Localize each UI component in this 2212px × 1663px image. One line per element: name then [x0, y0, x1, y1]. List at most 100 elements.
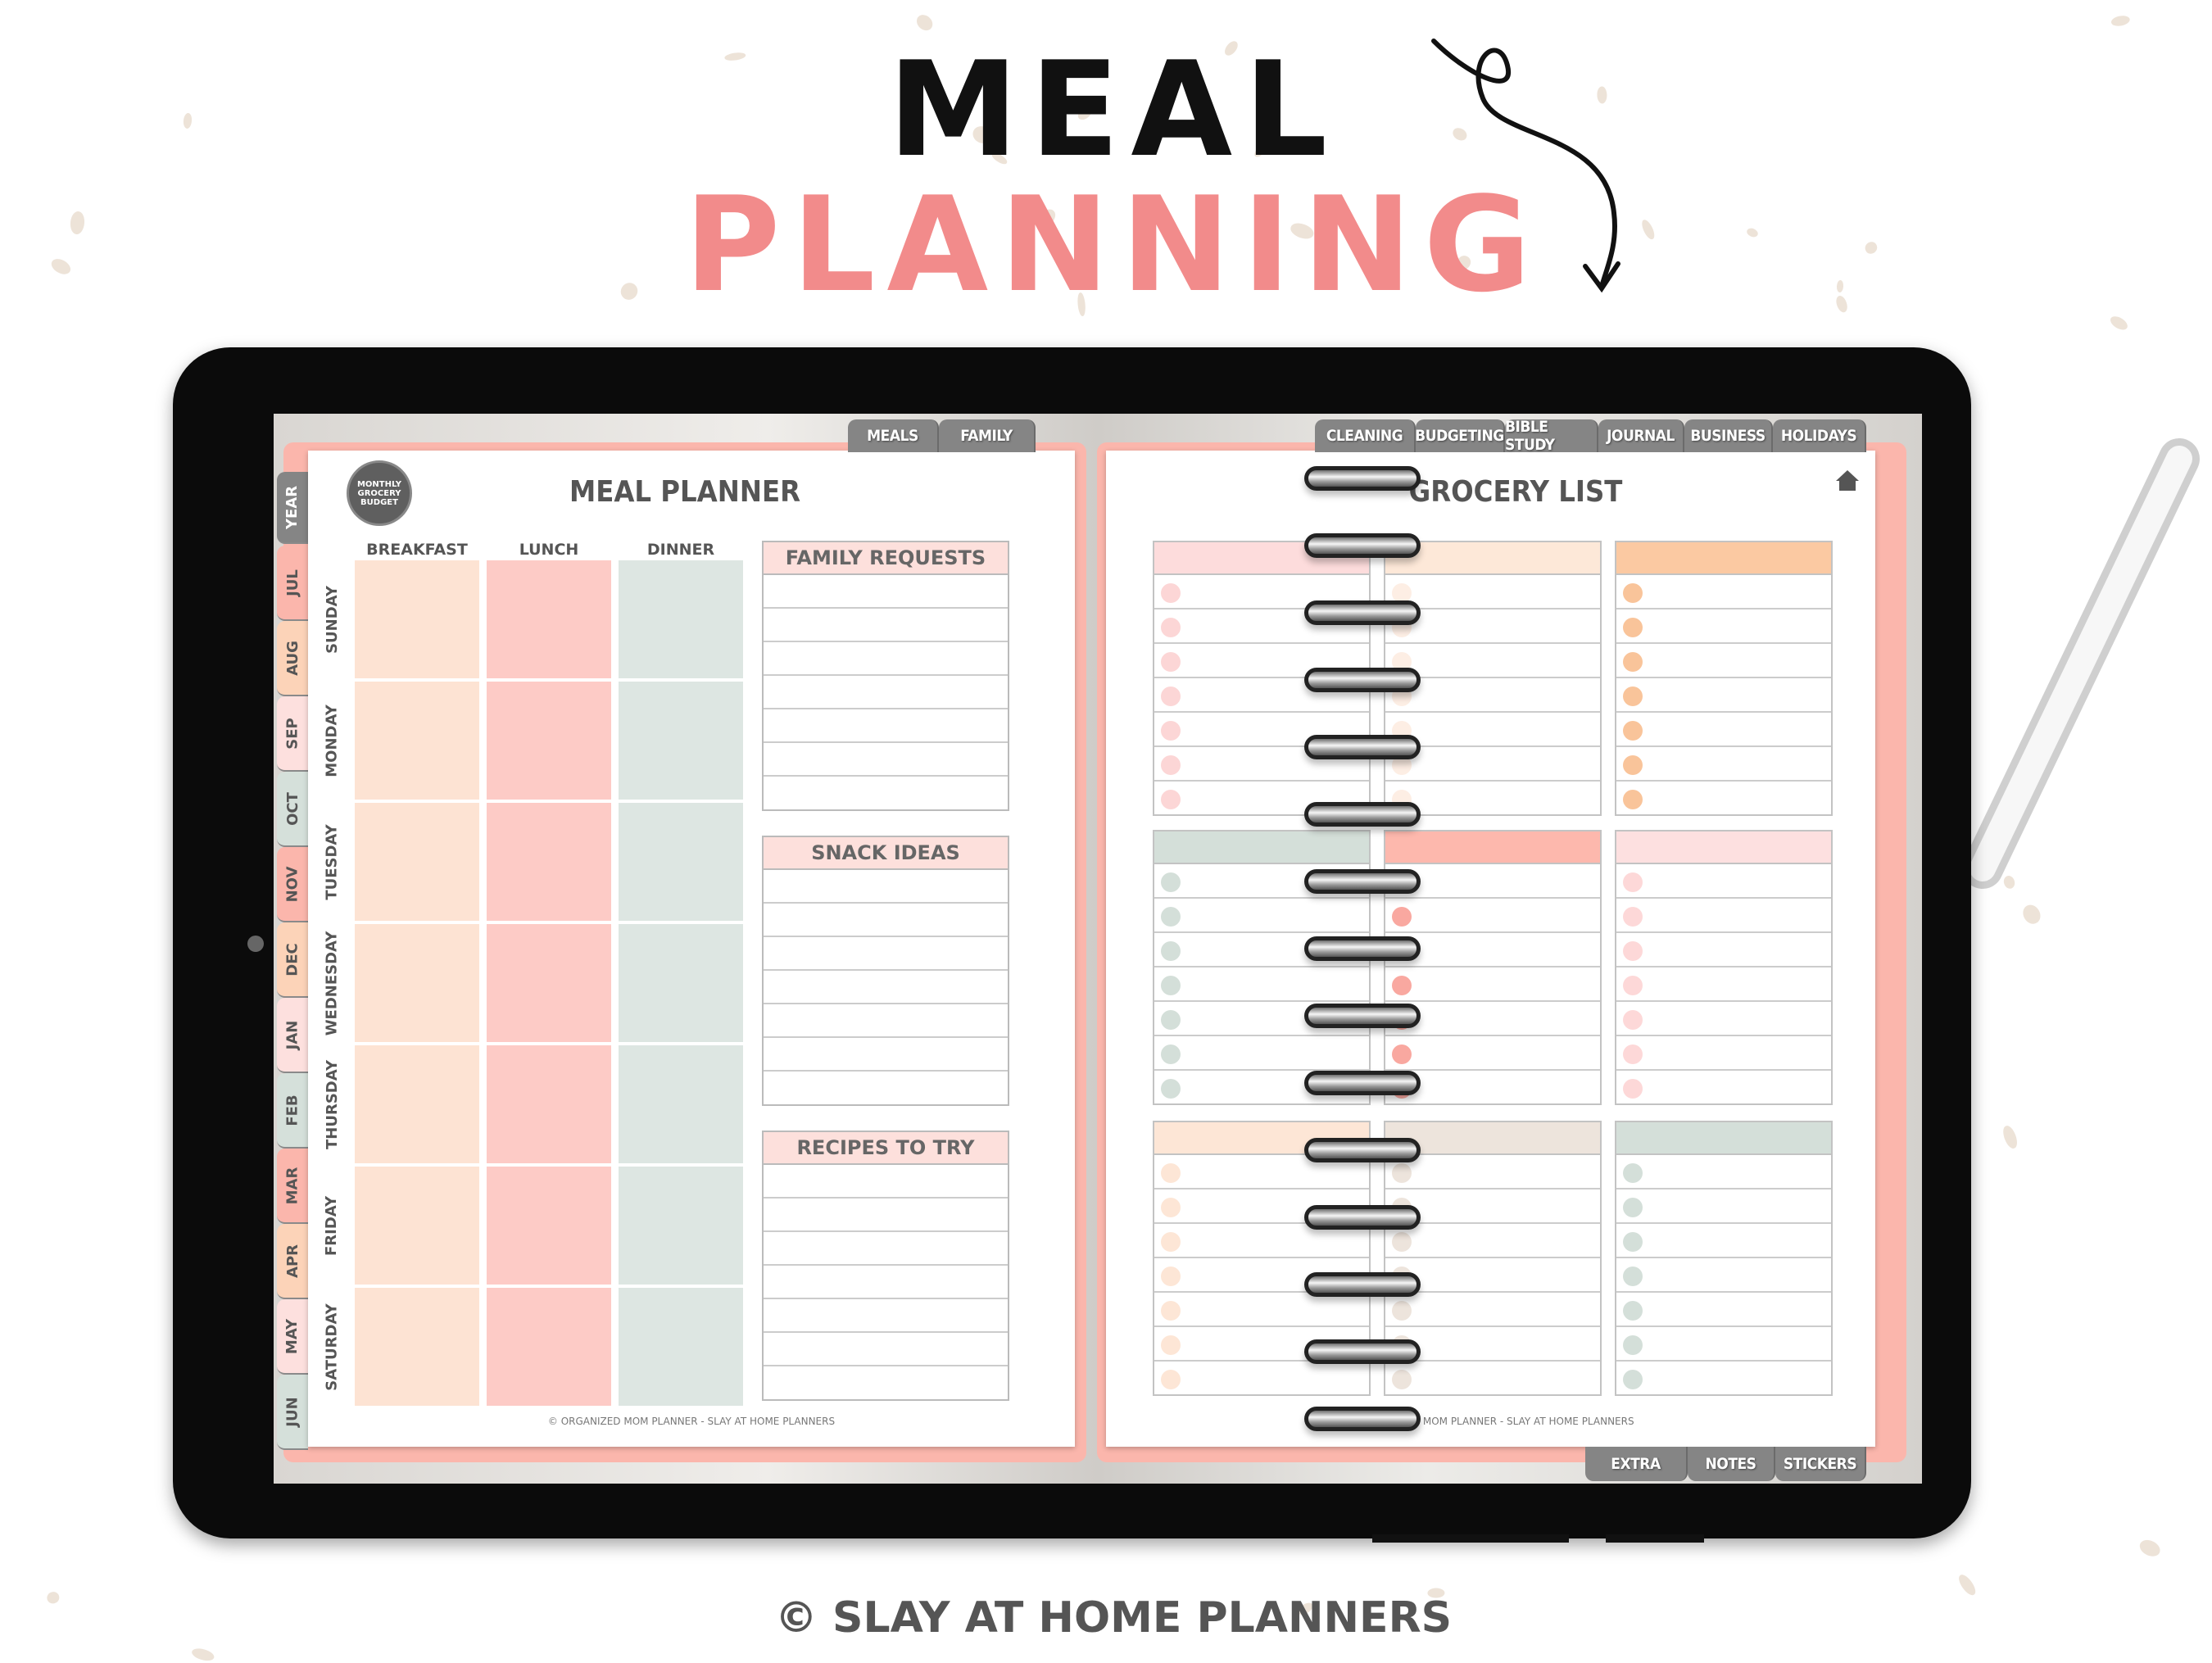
- checkbox-dot[interactable]: [1161, 1370, 1181, 1389]
- grocery-item-row[interactable]: [1616, 1224, 1831, 1258]
- lunch-friday-cell[interactable]: [487, 1167, 611, 1285]
- checkbox-dot[interactable]: [1623, 872, 1643, 892]
- grocery-item-row[interactable]: [1616, 575, 1831, 609]
- write-line[interactable]: [764, 1004, 1008, 1038]
- tab-extra[interactable]: EXTRA: [1585, 1447, 1688, 1481]
- checkbox-dot[interactable]: [1392, 907, 1412, 927]
- grocery-item-row[interactable]: [1154, 1362, 1369, 1396]
- grocery-item-row[interactable]: [1154, 967, 1369, 1002]
- grocery-item-row[interactable]: [1385, 1155, 1600, 1189]
- breakfast-wednesday-cell[interactable]: [355, 924, 479, 1042]
- grocery-item-row[interactable]: [1616, 1071, 1831, 1105]
- checkbox-dot[interactable]: [1161, 618, 1181, 637]
- grocery-item-row[interactable]: [1616, 644, 1831, 678]
- side-tab-jul[interactable]: JUL: [277, 546, 308, 621]
- lunch-monday-cell[interactable]: [487, 682, 611, 800]
- side-tab-feb[interactable]: FEB: [277, 1073, 308, 1149]
- write-line[interactable]: [764, 1266, 1008, 1299]
- side-tab-aug[interactable]: AUG: [277, 621, 308, 696]
- checkbox-dot[interactable]: [1392, 1044, 1412, 1064]
- side-tab-nov[interactable]: NOV: [277, 847, 308, 922]
- grocery-item-row[interactable]: [1616, 967, 1831, 1002]
- grocery-item-row[interactable]: [1616, 1362, 1831, 1396]
- lunch-sunday-cell[interactable]: [487, 560, 611, 678]
- grocery-block-header[interactable]: [1385, 832, 1600, 864]
- checkbox-dot[interactable]: [1623, 1301, 1643, 1321]
- grocery-item-row[interactable]: [1385, 1224, 1600, 1258]
- breakfast-thursday-cell[interactable]: [355, 1045, 479, 1163]
- checkbox-dot[interactable]: [1623, 1267, 1643, 1286]
- checkbox-dot[interactable]: [1623, 907, 1643, 927]
- write-line[interactable]: [764, 1199, 1008, 1232]
- write-line[interactable]: [764, 1072, 1008, 1105]
- write-line[interactable]: [764, 575, 1008, 609]
- grocery-item-row[interactable]: [1616, 864, 1831, 899]
- checkbox-dot[interactable]: [1161, 1010, 1181, 1030]
- grocery-item-row[interactable]: [1385, 1293, 1600, 1327]
- checkbox-dot[interactable]: [1161, 790, 1181, 809]
- tab-meals[interactable]: MEALS: [848, 419, 939, 452]
- grocery-item-row[interactable]: [1616, 713, 1831, 747]
- checkbox-dot[interactable]: [1623, 1198, 1643, 1217]
- checkbox-dot[interactable]: [1392, 1232, 1412, 1252]
- checkbox-dot[interactable]: [1161, 1198, 1181, 1217]
- checkbox-dot[interactable]: [1161, 1301, 1181, 1321]
- dinner-monday-cell[interactable]: [619, 682, 743, 800]
- tab-notes[interactable]: NOTES: [1688, 1447, 1775, 1481]
- checkbox-dot[interactable]: [1623, 976, 1643, 995]
- checkbox-dot[interactable]: [1623, 652, 1643, 672]
- grocery-item-row[interactable]: [1616, 1189, 1831, 1224]
- grocery-item-row[interactable]: [1154, 1293, 1369, 1327]
- checkbox-dot[interactable]: [1623, 1335, 1643, 1355]
- checkbox-dot[interactable]: [1392, 976, 1412, 995]
- grocery-item-row[interactable]: [1616, 1155, 1831, 1189]
- checkbox-dot[interactable]: [1161, 583, 1181, 603]
- side-tab-sep[interactable]: SEP: [277, 696, 308, 772]
- grocery-item-row[interactable]: [1385, 967, 1600, 1002]
- write-line[interactable]: [764, 1165, 1008, 1199]
- checkbox-dot[interactable]: [1161, 872, 1181, 892]
- grocery-item-row[interactable]: [1616, 609, 1831, 644]
- write-line[interactable]: [764, 1299, 1008, 1333]
- checkbox-dot[interactable]: [1161, 686, 1181, 706]
- checkbox-dot[interactable]: [1161, 941, 1181, 961]
- side-tab-oct[interactable]: OCT: [277, 772, 308, 847]
- write-line[interactable]: [764, 1232, 1008, 1266]
- checkbox-dot[interactable]: [1623, 1079, 1643, 1099]
- tab-stickers[interactable]: STICKERS: [1775, 1447, 1866, 1481]
- grocery-item-row[interactable]: [1616, 1036, 1831, 1071]
- side-tab-jan[interactable]: JAN: [277, 998, 308, 1073]
- dinner-thursday-cell[interactable]: [619, 1045, 743, 1163]
- checkbox-dot[interactable]: [1161, 721, 1181, 741]
- monthly-grocery-budget-button[interactable]: MONTHLY GROCERY BUDGET: [347, 460, 412, 526]
- breakfast-tuesday-cell[interactable]: [355, 803, 479, 921]
- side-tab-apr[interactable]: APR: [277, 1224, 308, 1299]
- checkbox-dot[interactable]: [1161, 1163, 1181, 1183]
- checkbox-dot[interactable]: [1161, 1044, 1181, 1064]
- write-line[interactable]: [764, 1366, 1008, 1400]
- grocery-item-row[interactable]: [1385, 1036, 1600, 1071]
- checkbox-dot[interactable]: [1161, 976, 1181, 995]
- tab-business[interactable]: BUSINESS: [1684, 419, 1773, 452]
- side-tab-may[interactable]: MAY: [277, 1299, 308, 1375]
- checkbox-dot[interactable]: [1161, 1079, 1181, 1099]
- grocery-item-row[interactable]: [1616, 1258, 1831, 1293]
- write-line[interactable]: [764, 971, 1008, 1004]
- write-line[interactable]: [764, 642, 1008, 676]
- write-line[interactable]: [764, 1038, 1008, 1072]
- tab-holidays[interactable]: HOLIDAYS: [1773, 419, 1866, 452]
- tab-family[interactable]: FAMILY: [939, 419, 1036, 452]
- checkbox-dot[interactable]: [1392, 1163, 1412, 1183]
- grocery-item-row[interactable]: [1616, 1327, 1831, 1362]
- grocery-item-row[interactable]: [1616, 933, 1831, 967]
- lunch-thursday-cell[interactable]: [487, 1045, 611, 1163]
- breakfast-saturday-cell[interactable]: [355, 1288, 479, 1406]
- grocery-block-header[interactable]: [1616, 542, 1831, 575]
- tab-cleaning[interactable]: CLEANING: [1315, 419, 1416, 452]
- checkbox-dot[interactable]: [1623, 1370, 1643, 1389]
- lunch-saturday-cell[interactable]: [487, 1288, 611, 1406]
- checkbox-dot[interactable]: [1161, 1267, 1181, 1286]
- grocery-item-row[interactable]: [1616, 678, 1831, 713]
- breakfast-friday-cell[interactable]: [355, 1167, 479, 1285]
- checkbox-dot[interactable]: [1623, 941, 1643, 961]
